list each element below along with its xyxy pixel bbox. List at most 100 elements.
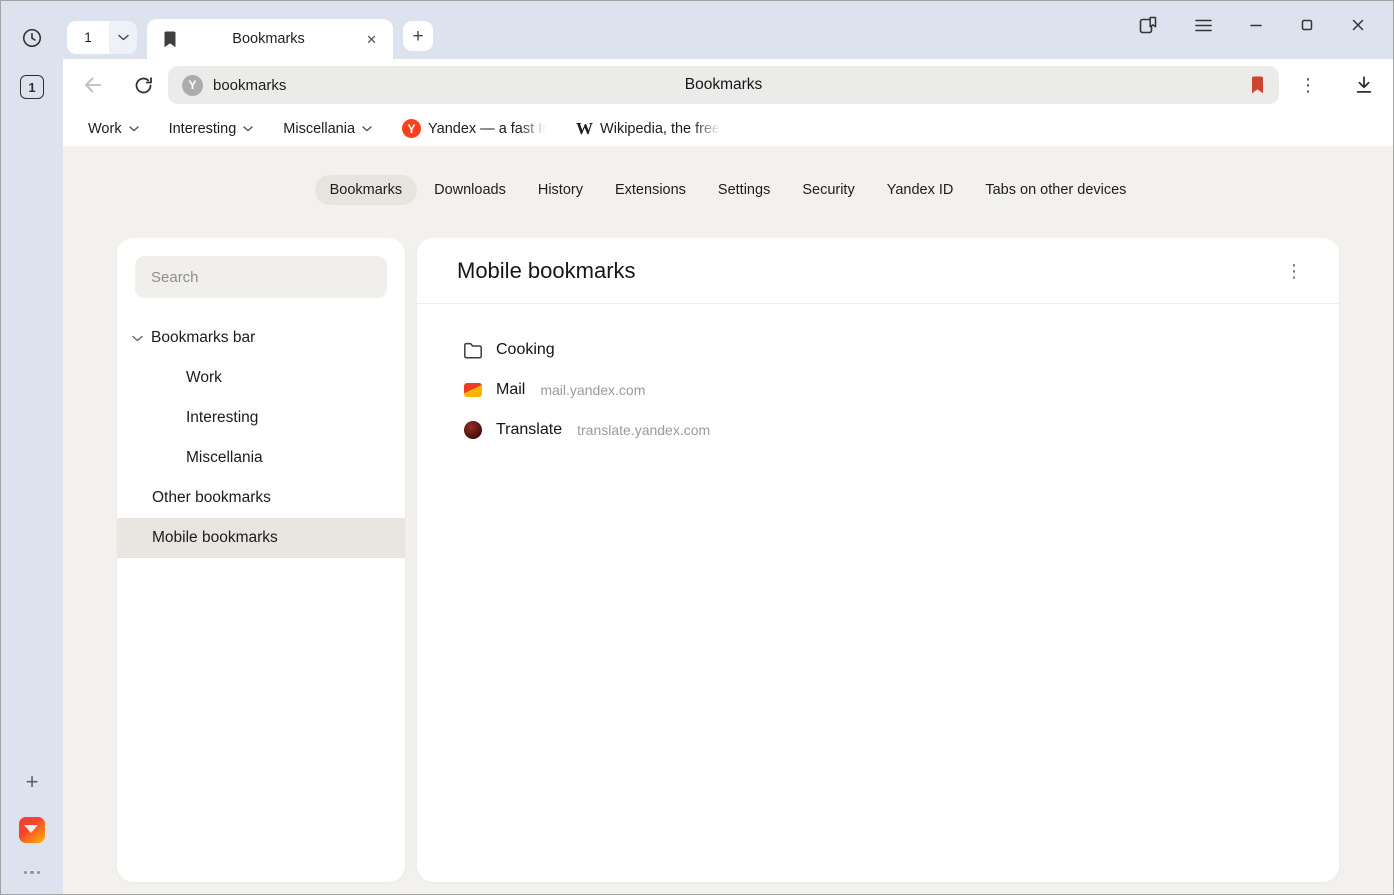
window-close-button[interactable]: [1351, 18, 1365, 32]
chevron-down-icon: [132, 335, 143, 342]
reload-button[interactable]: [133, 75, 154, 96]
mail-favicon: [463, 383, 483, 397]
manager-nav-tabs: Bookmarks Downloads History Extensions S…: [63, 175, 1393, 205]
bookmarks-bar-link-wikipedia[interactable]: W Wikipedia, the free: [576, 119, 720, 139]
rail-add-button[interactable]: +: [26, 771, 39, 793]
wikipedia-favicon: W: [576, 119, 593, 139]
workspace-badge-button[interactable]: 1: [20, 75, 44, 99]
bookmarks-content: Mobile bookmarks ⋮ Cooking Mail: [417, 238, 1339, 882]
address-text: bookmarks: [213, 77, 286, 94]
address-bar[interactable]: Y bookmarks Bookmarks: [168, 66, 1279, 104]
back-button[interactable]: [81, 73, 105, 97]
rail-more-button[interactable]: [20, 867, 45, 879]
yandex-mail-app-icon[interactable]: [19, 817, 45, 843]
content-header: Mobile bookmarks ⋮: [417, 238, 1339, 304]
bookmarks-bar-folder-miscellania[interactable]: Miscellania: [283, 121, 372, 137]
ellipsis-icon: [24, 871, 28, 875]
tree-item-miscellania[interactable]: Miscellania: [117, 438, 405, 478]
side-rail: 1 +: [1, 1, 63, 894]
folder-tree: Bookmarks bar Work Interesting Miscellan…: [117, 318, 405, 558]
tree-item-label: Work: [186, 369, 222, 387]
bookmark-page-button[interactable]: [1250, 76, 1265, 94]
tree-item-label: Interesting: [186, 409, 258, 427]
tree-item-label: Other bookmarks: [152, 489, 271, 507]
browser-menu-button[interactable]: [1195, 19, 1212, 32]
bookmarks-manager-page: Bookmarks Downloads History Extensions S…: [63, 146, 1393, 895]
chevron-down-icon: [362, 126, 372, 132]
tree-item-other-bookmarks[interactable]: Other bookmarks: [117, 478, 405, 518]
page-title: Mobile bookmarks: [457, 258, 636, 284]
chevron-down-icon: [129, 126, 139, 132]
tab-list-dropdown-button[interactable]: [109, 21, 137, 54]
new-tab-button[interactable]: +: [403, 21, 433, 51]
tree-item-bookmarks-bar[interactable]: Bookmarks bar: [117, 318, 405, 358]
bookmark-list: Cooking Mail mail.yandex.com Translate t…: [417, 304, 1339, 450]
minimize-icon: [1249, 18, 1263, 32]
list-item-mail[interactable]: Mail mail.yandex.com: [463, 370, 1339, 410]
chevron-down-icon: [243, 126, 253, 132]
window-controls: [1138, 15, 1377, 35]
history-clock-button[interactable]: [21, 27, 43, 49]
tree-item-work[interactable]: Work: [117, 358, 405, 398]
collections-panel-button[interactable]: [1138, 15, 1158, 35]
downloads-button[interactable]: [1353, 74, 1375, 96]
tab-settings[interactable]: Settings: [703, 175, 785, 205]
tab-count-button[interactable]: 1: [67, 21, 109, 54]
tab-security[interactable]: Security: [787, 175, 869, 205]
link-label: Wikipedia, the free: [600, 121, 720, 137]
folder-label: Miscellania: [283, 121, 355, 137]
tab-strip: 1 Bookmarks ✕ +: [63, 1, 1393, 59]
rail-top-group: 1: [20, 27, 44, 99]
tree-item-label: Miscellania: [186, 449, 263, 467]
tab-downloads[interactable]: Downloads: [419, 175, 521, 205]
bookmark-flag-icon: [1250, 76, 1265, 94]
search-input[interactable]: [135, 256, 387, 298]
yandex-favicon: Y: [402, 119, 421, 138]
tab-extensions[interactable]: Extensions: [600, 175, 701, 205]
maximize-icon: [1300, 18, 1314, 32]
bookmarks-bar-link-yandex[interactable]: Y Yandex — a fast In: [402, 119, 546, 138]
menu-icon: [1195, 19, 1212, 32]
tab-close-button[interactable]: ✕: [360, 29, 383, 50]
translate-favicon: [463, 421, 483, 439]
minimize-button[interactable]: [1249, 18, 1263, 32]
tab-yandex-id[interactable]: Yandex ID: [872, 175, 969, 205]
folder-icon: [463, 342, 483, 359]
tab-bookmarks[interactable]: Bookmarks: [315, 175, 418, 205]
browser-window: 1 + 1 Bookmarks ✕: [0, 0, 1394, 895]
clock-icon: [21, 27, 43, 49]
close-icon: [1351, 18, 1365, 32]
bookmarks-bar-folder-work[interactable]: Work: [88, 121, 139, 137]
tab-counter-control: 1: [67, 21, 137, 54]
tab-history[interactable]: History: [523, 175, 598, 205]
maximize-button[interactable]: [1300, 18, 1314, 32]
close-icon: ✕: [366, 32, 377, 47]
content-menu-button[interactable]: ⋮: [1281, 260, 1307, 282]
tab-title: Bookmarks: [187, 31, 350, 47]
bookmarks-bar-folder-interesting[interactable]: Interesting: [169, 121, 254, 137]
folders-sidebar: Bookmarks bar Work Interesting Miscellan…: [117, 238, 405, 882]
list-item-cooking[interactable]: Cooking: [463, 330, 1339, 370]
tree-item-mobile-bookmarks[interactable]: Mobile bookmarks: [117, 518, 405, 558]
tree-item-label: Mobile bookmarks: [152, 529, 278, 547]
address-menu-button[interactable]: ⋮: [1295, 74, 1321, 96]
item-url: mail.yandex.com: [540, 382, 645, 398]
reload-icon: [133, 75, 154, 96]
item-name: Cooking: [496, 341, 555, 359]
plus-icon: +: [412, 27, 423, 46]
download-icon: [1353, 74, 1375, 96]
panels: Bookmarks bar Work Interesting Miscellan…: [117, 238, 1339, 882]
search-wrap: [117, 256, 405, 298]
list-item-translate[interactable]: Translate translate.yandex.com: [463, 410, 1339, 450]
tab-other-devices[interactable]: Tabs on other devices: [970, 175, 1141, 205]
item-name: Mail: [496, 381, 525, 399]
browser-toolbar: Y bookmarks Bookmarks ⋮: [63, 59, 1393, 111]
item-name: Translate: [496, 421, 562, 439]
bookmark-tab-icon: [163, 31, 177, 48]
page-favicon: Y: [182, 75, 203, 96]
address-page-title: Bookmarks: [168, 76, 1279, 94]
browser-tab-bookmarks[interactable]: Bookmarks ✕: [147, 19, 393, 59]
tree-item-interesting[interactable]: Interesting: [117, 398, 405, 438]
main-column: 1 Bookmarks ✕ +: [63, 1, 1393, 894]
folder-label: Work: [88, 121, 122, 137]
